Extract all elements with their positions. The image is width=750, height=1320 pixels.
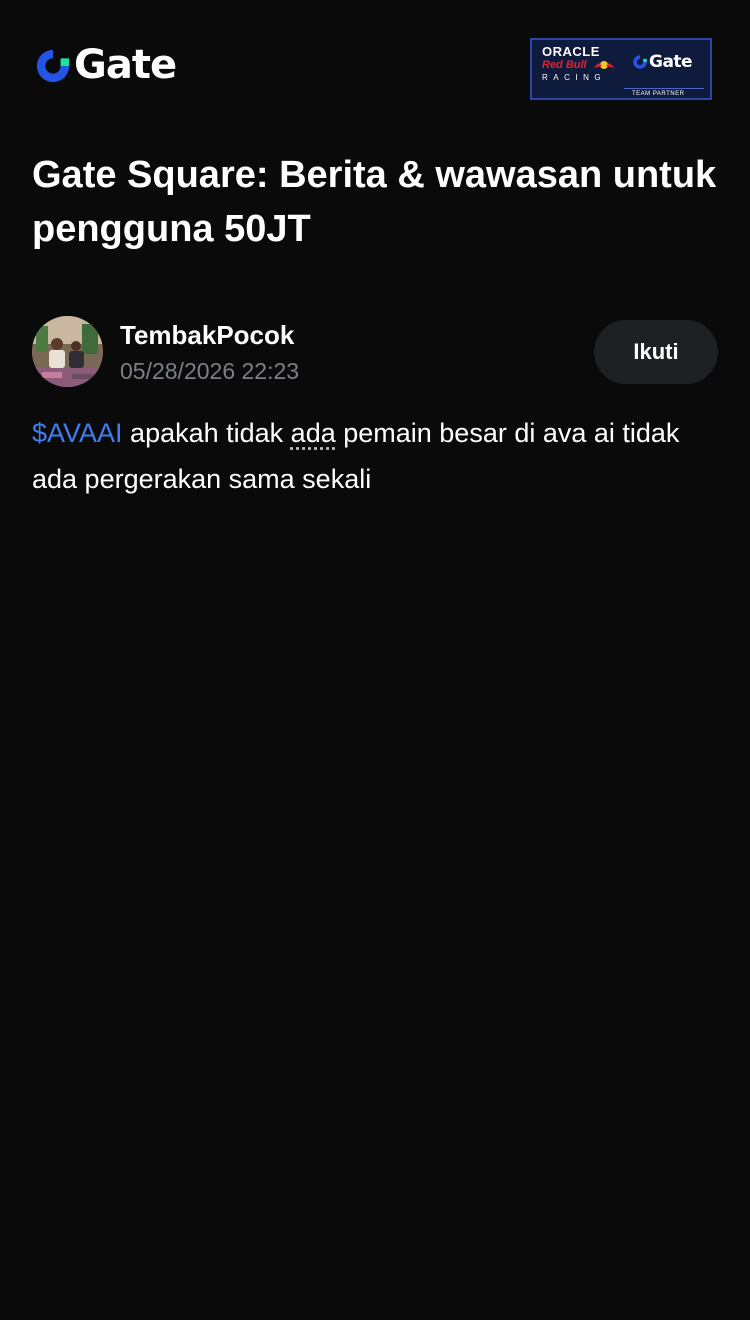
ticker-link[interactable]: $AVAAI	[32, 418, 123, 448]
logo-text: Gate	[74, 42, 177, 88]
post-timestamp: 05/28/2026 22:23	[120, 358, 300, 384]
gate-logo[interactable]: Gate	[34, 42, 177, 88]
post-content: $AVAAI apakah tidak ada pemain besar di …	[32, 410, 722, 502]
user-avatar-photo	[32, 316, 103, 387]
badge-racing-text: RACING	[542, 73, 607, 82]
badge-oracle-text: ORACLE	[542, 44, 600, 59]
page-title: Gate Square: Berita & wawasan untuk peng…	[32, 154, 717, 250]
badge-gate-text: Gate	[649, 52, 693, 72]
badge-redbull-row: Red Bull	[542, 59, 617, 71]
follow-button[interactable]: Ikuti	[594, 320, 718, 384]
post-text-dotted-word: ada	[290, 418, 336, 448]
author-name[interactable]: TembakPocok	[120, 318, 294, 352]
badge-divider	[624, 88, 704, 89]
top-header: Gate ORACLE Red Bull RACING Gate TEAM PA…	[0, 0, 750, 140]
red-bull-icon	[592, 61, 615, 69]
gate-logo-icon	[36, 49, 70, 83]
author-avatar[interactable]	[32, 316, 103, 387]
post-author-row: TembakPocok 05/28/2026 22:23 Ikuti	[32, 316, 722, 390]
badge-redbull-text: Red Bull	[542, 59, 587, 71]
badge-team-partner-text: TEAM PARTNER	[632, 91, 685, 97]
post-text-part-1: apakah tidak	[122, 418, 291, 448]
redbull-partner-badge[interactable]: ORACLE Red Bull RACING Gate TEAM PARTNER	[530, 38, 712, 100]
gate-logo-icon	[633, 55, 647, 69]
badge-gate-logo: Gate	[632, 52, 693, 72]
